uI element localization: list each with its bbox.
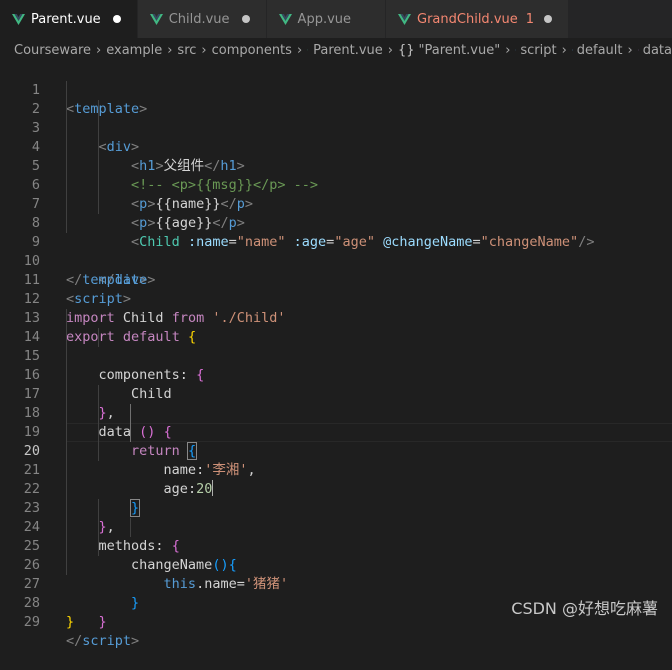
- chevron-right-icon: ›: [96, 43, 101, 58]
- code-line: 18 return {: [0, 385, 672, 404]
- breadcrumb-item-script[interactable]: script: [520, 43, 556, 58]
- code-line: 8: [0, 195, 672, 214]
- code-line: 2 <div>: [0, 81, 672, 100]
- code-line: 26 }: [0, 537, 672, 556]
- chevron-right-icon: ›: [388, 43, 393, 58]
- variable-symbol-icon: [572, 44, 573, 56]
- breadcrumb-item-module[interactable]: "Parent.vue": [419, 43, 501, 58]
- tab-parent-vue[interactable]: Parent.vue: [0, 0, 138, 38]
- method-cube-icon: [638, 44, 639, 56]
- watermark: CSDN @好想吃麻薯: [511, 595, 658, 619]
- breadcrumb-item-courseware[interactable]: Courseware: [14, 43, 91, 58]
- code-line: 21 }: [0, 442, 672, 461]
- chevron-right-icon: ›: [628, 43, 633, 58]
- error-count-badge: 1: [526, 12, 534, 27]
- tab-child-vue[interactable]: Child.vue: [138, 0, 267, 38]
- code-line: 3 <h1>父组件</h1>: [0, 100, 672, 119]
- chevron-right-icon: ›: [167, 43, 172, 58]
- code-line: 10 </template>: [0, 233, 672, 252]
- line-number: 29: [0, 613, 40, 632]
- code-line: 28 }: [0, 575, 672, 594]
- code-line: 19 name:'李湘',: [0, 404, 672, 423]
- code-line: 4 <!-- <p>{{msg}}</p> -->: [0, 119, 672, 138]
- code-line: 1 <template>: [0, 62, 672, 81]
- code-line: 25 this.name='猪猪': [0, 518, 672, 537]
- code-line: 13 export default {: [0, 290, 672, 309]
- chevron-right-icon: ›: [201, 43, 206, 58]
- code-line: 7 <Child :name="name" :age="age" @change…: [0, 176, 672, 195]
- chevron-right-icon: ›: [297, 43, 302, 58]
- code-line: 12 import Child from './Child': [0, 271, 672, 290]
- breadcrumb: Courseware › example › src › components …: [0, 38, 672, 62]
- tab-label: Child.vue: [169, 12, 230, 27]
- code-line-current: 20 age:20: [0, 423, 672, 442]
- code-line: 22 },: [0, 461, 672, 480]
- code-line: 23 methods: {: [0, 480, 672, 499]
- chevron-right-icon: ›: [562, 43, 567, 58]
- tab-grandchild-vue[interactable]: GrandChild.vue 1: [386, 0, 569, 38]
- breadcrumb-item-default[interactable]: default: [577, 43, 623, 58]
- code-editor[interactable]: 1 <template> 2 <div> 3 <h1>父组件</h1> 4 <!…: [0, 62, 672, 629]
- vue-file-icon: [150, 14, 163, 25]
- tab-label: GrandChild.vue: [417, 12, 518, 27]
- vue-file-icon: [307, 45, 308, 55]
- script-symbol-icon: [515, 44, 516, 56]
- tab-label: Parent.vue: [31, 12, 101, 27]
- breadcrumb-item-components[interactable]: components: [212, 43, 292, 58]
- modified-dot-icon[interactable]: [113, 15, 121, 23]
- code-line: 9 </div>: [0, 214, 672, 233]
- module-braces-icon: {}: [398, 43, 415, 58]
- vue-file-icon: [398, 14, 411, 25]
- vue-file-icon: [279, 14, 292, 25]
- code-line: 27 }: [0, 556, 672, 575]
- breadcrumb-item-example[interactable]: example: [106, 43, 162, 58]
- code-line: 6 <p>{{age}}</p>: [0, 157, 672, 176]
- breadcrumb-item-file[interactable]: Parent.vue: [313, 43, 383, 58]
- vue-file-icon: [12, 14, 25, 25]
- modified-dot-icon[interactable]: [544, 15, 552, 23]
- code-line: 16 },: [0, 347, 672, 366]
- code-line: 14 components: {: [0, 309, 672, 328]
- breadcrumb-item-src[interactable]: src: [177, 43, 196, 58]
- breadcrumb-item-data[interactable]: data: [643, 43, 672, 58]
- code-line: 15 Child: [0, 328, 672, 347]
- tab-label: App.vue: [298, 12, 351, 27]
- modified-dot-icon[interactable]: [242, 15, 250, 23]
- tab-bar: Parent.vue Child.vue App.vue GrandChild.…: [0, 0, 672, 38]
- code-line: 5 <p>{{name}}</p>: [0, 138, 672, 157]
- tab-app-vue[interactable]: App.vue: [267, 0, 386, 38]
- code-line: 24 changeName(){: [0, 499, 672, 518]
- chevron-right-icon: ›: [505, 43, 510, 58]
- code-line: 11 <script>: [0, 252, 672, 271]
- code-line: 17 data () {: [0, 366, 672, 385]
